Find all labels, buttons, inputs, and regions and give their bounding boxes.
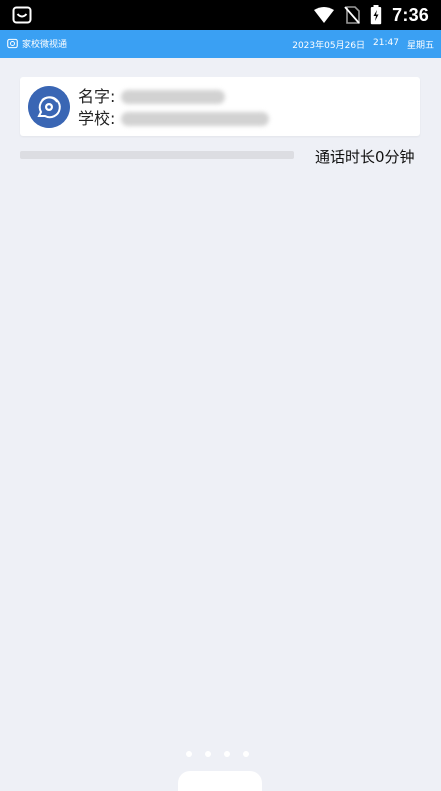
app-name: 家校微视通	[22, 40, 68, 50]
app-title-group: 家校微视通	[7, 37, 67, 50]
name-value-redacted	[121, 90, 226, 104]
school-value-redacted	[121, 112, 270, 126]
call-duration: 通话时长0分钟	[315, 148, 415, 166]
page-dot[interactable]	[205, 751, 211, 757]
date-label: 2023年05月26日	[292, 41, 366, 51]
contact-card: 名字: 学校:	[20, 77, 420, 136]
status-icons: 7:36	[314, 3, 429, 27]
no-sim-icon	[344, 6, 360, 24]
weekday-label: 星期五	[406, 41, 434, 51]
datetime-group: 2023年05月26日 21:47 星期五	[292, 38, 434, 51]
notification-icon	[12, 6, 32, 24]
school-label: 学校:	[78, 109, 116, 128]
call-progress-bar	[20, 151, 294, 159]
status-bar: 7:36	[0, 0, 441, 30]
page-dot[interactable]	[224, 751, 230, 757]
time-label: 21:47	[373, 38, 399, 48]
contact-info: 名字: 学校:	[78, 86, 270, 130]
school-row: 学校:	[78, 108, 270, 130]
page-dot[interactable]	[243, 751, 249, 757]
battery-charging-icon	[370, 5, 382, 25]
app-bar: 家校微视通 2023年05月26日 21:47 星期五	[0, 30, 441, 58]
video-call-icon	[28, 86, 70, 128]
avatar	[28, 86, 70, 128]
name-label: 名字:	[78, 87, 116, 106]
page-indicator	[186, 751, 249, 757]
bottom-sheet-handle[interactable]	[178, 771, 262, 791]
status-time: 7:36	[392, 4, 429, 25]
wifi-icon	[314, 7, 335, 23]
name-row: 名字:	[78, 86, 269, 108]
clock-icon	[7, 38, 18, 49]
page-dot[interactable]	[186, 751, 192, 757]
